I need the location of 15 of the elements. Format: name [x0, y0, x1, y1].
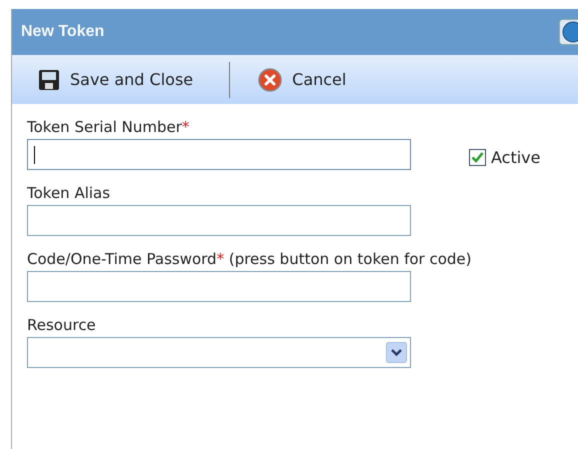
toolbar-button[interactable]: Save and Close — [38, 68, 194, 90]
help-icon[interactable] — [559, 19, 578, 45]
field-label: Code/One-Time Password* (press button on token for code) — [27, 250, 473, 268]
input-field[interactable] — [27, 139, 411, 170]
window-title: New Token — [21, 23, 104, 41]
active-checkbox[interactable]: Active — [469, 148, 540, 167]
field-label: Token Serial Number* — [27, 118, 190, 136]
input-field[interactable] — [27, 271, 411, 302]
toolbar-button[interactable]: Cancel — [258, 68, 346, 92]
dropdown-field[interactable] — [27, 337, 411, 368]
checkbox-icon[interactable] — [469, 149, 486, 166]
field-label: Token Alias — [27, 184, 112, 202]
field-label: Resource — [27, 316, 97, 334]
cancel-icon — [258, 68, 282, 92]
input-field[interactable] — [27, 205, 411, 236]
